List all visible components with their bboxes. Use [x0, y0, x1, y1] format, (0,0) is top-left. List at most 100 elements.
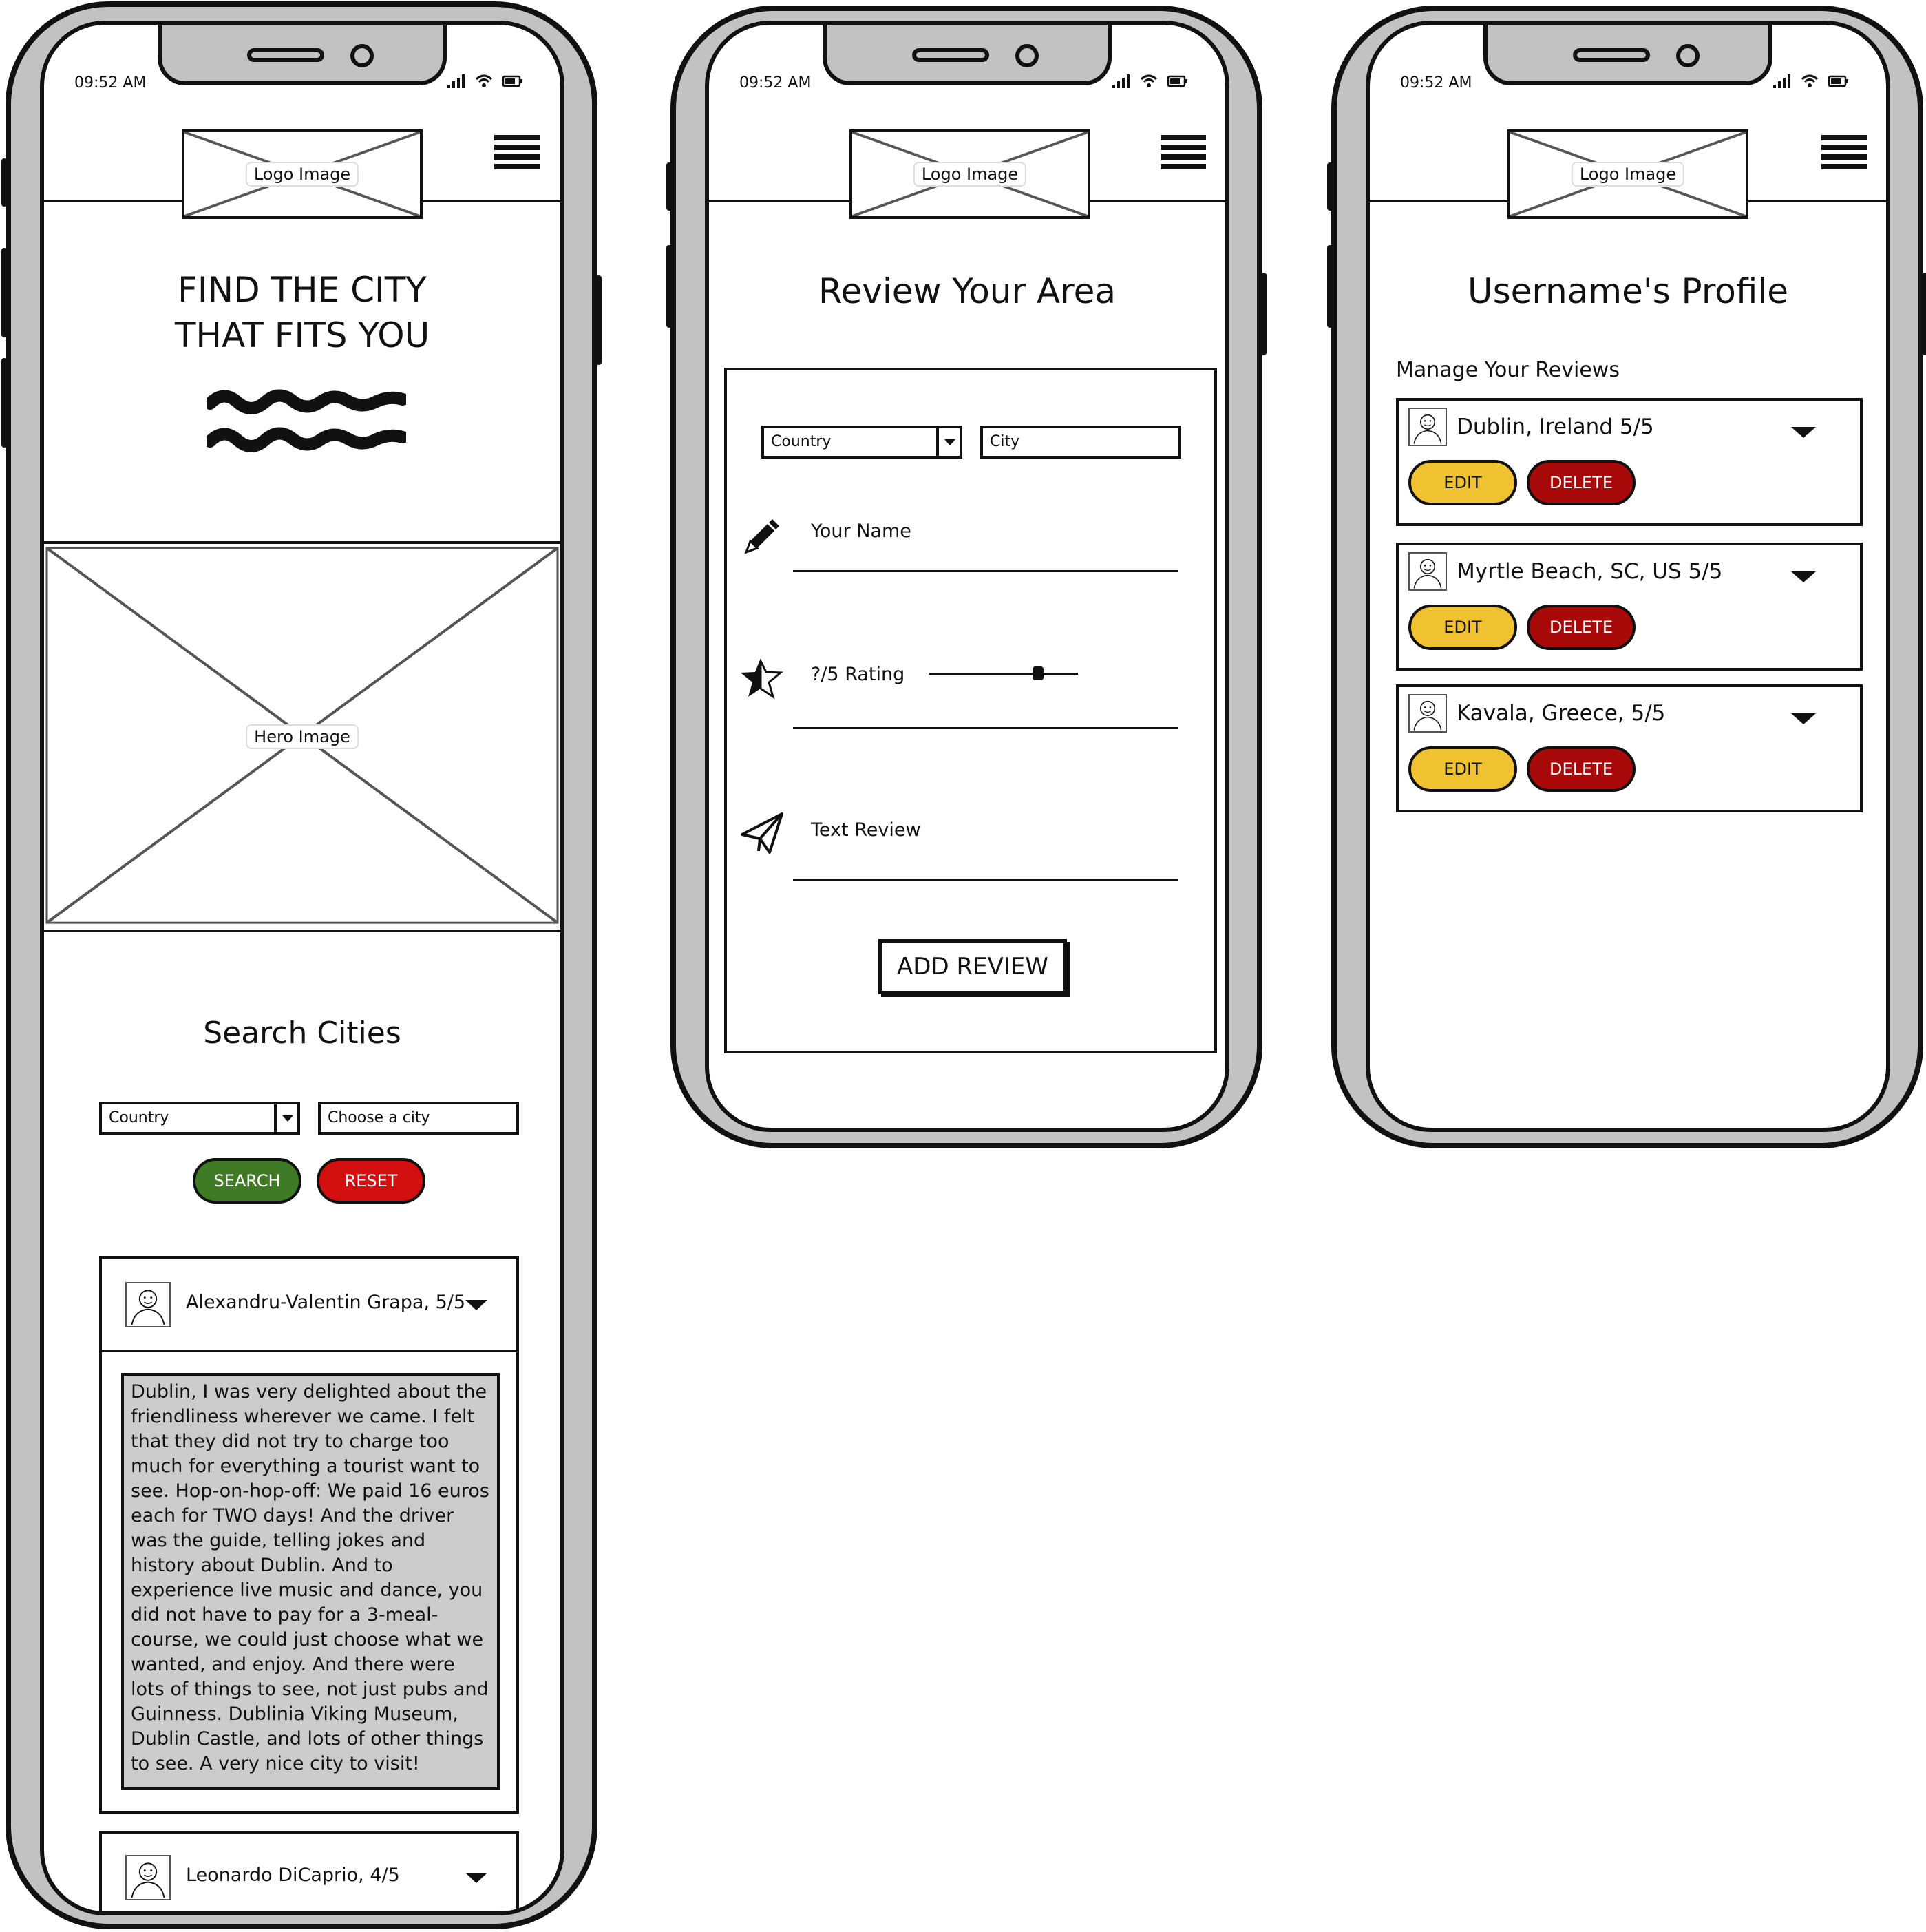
side-button: [1, 158, 7, 207]
phone-profile: 09:52 AM Logo Image Username's Profile M…: [1327, 6, 1926, 1148]
status-time: 09:52 AM: [739, 74, 812, 92]
hamburger-menu-icon[interactable]: [1821, 135, 1867, 174]
delete-button[interactable]: DELETE: [1527, 746, 1636, 792]
rating-slider[interactable]: [929, 660, 1078, 687]
status-icons: [1112, 74, 1188, 91]
status-icons: [1773, 74, 1849, 91]
phone-home: 09:52 AM Logo Image FIND THE CITY THAT F…: [1, 1, 602, 1929]
delete-button[interactable]: DELETE: [1527, 460, 1636, 505]
notch: [158, 25, 447, 85]
speaker: [912, 48, 989, 62]
review-author: Alexandru-Valentin Grapa, 5/5: [186, 1292, 466, 1313]
status-time: 09:52 AM: [74, 74, 147, 92]
speaker: [1573, 48, 1650, 62]
reset-button[interactable]: RESET: [317, 1158, 425, 1204]
profile-review-title: Myrtle Beach, SC, US 5/5: [1457, 559, 1723, 584]
review-header-divider: [102, 1350, 516, 1352]
speaker: [247, 48, 324, 62]
user-avatar-icon: [1408, 552, 1447, 591]
side-button: [1, 358, 7, 448]
wifi-icon: [475, 74, 493, 91]
profile-title: Username's Profile: [1467, 271, 1789, 311]
wifi-icon: [1140, 74, 1158, 91]
edit-button[interactable]: EDIT: [1408, 460, 1517, 505]
battery-icon: [1828, 75, 1849, 90]
logo-label: Logo Image: [913, 162, 1027, 187]
logo-placeholder[interactable]: Logo Image: [1507, 129, 1748, 219]
hamburger-menu-icon[interactable]: [494, 135, 540, 174]
delete-button[interactable]: DELETE: [1527, 605, 1636, 650]
name-field[interactable]: [793, 570, 1178, 572]
rating-field-label: ?/5 Rating: [811, 664, 905, 685]
screen-profile: 09:52 AM Logo Image Username's Profile M…: [1366, 21, 1890, 1132]
side-button: [1922, 273, 1926, 355]
chevron-down-icon[interactable]: [1791, 427, 1816, 438]
star-icon: [738, 655, 783, 704]
review-text: Dublin, I was very delighted about the f…: [131, 1381, 489, 1774]
review-card: Leonardo DiCaprio, 4/5: [99, 1831, 519, 1911]
camera: [1015, 44, 1039, 67]
profile-review-title: Kavala, Greece, 5/5: [1457, 701, 1666, 726]
search-button[interactable]: SEARCH: [193, 1158, 301, 1204]
signal-icon: [447, 74, 465, 91]
side-button: [1327, 245, 1333, 328]
edit-button[interactable]: EDIT: [1408, 605, 1517, 650]
battery-icon: [502, 75, 523, 90]
country-select[interactable]: Country: [99, 1102, 300, 1135]
country-select[interactable]: Country: [761, 426, 962, 459]
slider-thumb[interactable]: [1033, 666, 1044, 680]
city-input-value: City: [990, 433, 1020, 450]
profile-review-card: Dublin, Ireland 5/5 EDIT DELETE: [1396, 398, 1863, 526]
rating-field: [793, 727, 1178, 729]
review-page-title: Review Your Area: [818, 271, 1116, 311]
hamburger-menu-icon[interactable]: [1161, 135, 1206, 174]
city-input[interactable]: City: [980, 426, 1181, 459]
slider-track: [929, 673, 1078, 675]
add-review-button[interactable]: ADD REVIEW: [878, 939, 1067, 994]
city-select[interactable]: Choose a city: [318, 1102, 519, 1135]
user-avatar-icon: [125, 1282, 171, 1327]
camera: [350, 44, 374, 67]
hero-title-line1: FIND THE CITY: [178, 270, 427, 310]
side-button: [1327, 162, 1333, 211]
text-review-field[interactable]: [793, 879, 1178, 881]
text-review-label: Text Review: [811, 819, 921, 841]
chevron-down-icon[interactable]: [465, 1873, 487, 1883]
name-field-label: Your Name: [811, 521, 911, 542]
user-avatar-icon: [125, 1855, 171, 1900]
side-button: [666, 162, 672, 211]
dropdown-arrow-icon: [936, 428, 960, 456]
status-icons: [447, 74, 523, 91]
chevron-down-icon[interactable]: [1791, 713, 1816, 724]
screen-home: 09:52 AM Logo Image FIND THE CITY THAT F…: [40, 21, 564, 1915]
status-time: 09:52 AM: [1400, 74, 1472, 92]
chevron-down-icon[interactable]: [1791, 571, 1816, 582]
edit-button[interactable]: EDIT: [1408, 746, 1517, 792]
send-icon: [738, 810, 786, 861]
review-text-box: Dublin, I was very delighted about the f…: [121, 1373, 500, 1790]
city-select-value: Choose a city: [328, 1109, 430, 1126]
manage-reviews-subtitle: Manage Your Reviews: [1396, 358, 1620, 382]
country-select-value: Country: [771, 433, 832, 450]
country-select-value: Country: [109, 1109, 169, 1126]
signal-icon: [1773, 74, 1791, 91]
logo-label: Logo Image: [1571, 162, 1685, 187]
review-card: Alexandru-Valentin Grapa, 5/5 Dublin, I …: [99, 1256, 519, 1814]
hero-image-label: Hero Image: [246, 724, 359, 749]
pencil-icon: [741, 514, 785, 560]
side-button: [596, 275, 602, 365]
profile-review-title: Dublin, Ireland 5/5: [1457, 414, 1654, 439]
side-button: [1261, 273, 1267, 355]
profile-review-card: Kavala, Greece, 5/5 EDIT DELETE: [1396, 684, 1863, 812]
hero-title-line2: THAT FITS YOU: [174, 315, 430, 355]
notch: [823, 25, 1112, 85]
logo-placeholder[interactable]: Logo Image: [182, 129, 423, 219]
chevron-down-icon[interactable]: [465, 1300, 487, 1310]
logo-placeholder[interactable]: Logo Image: [849, 129, 1090, 219]
review-author: Leonardo DiCaprio, 4/5: [186, 1865, 400, 1886]
scribble-text-placeholder: [204, 383, 409, 459]
review-form: Country City Your Name ?/5 Rating Text R…: [724, 368, 1217, 1053]
side-button: [666, 245, 672, 328]
search-cities-title: Search Cities: [203, 1016, 401, 1051]
notch: [1483, 25, 1772, 85]
